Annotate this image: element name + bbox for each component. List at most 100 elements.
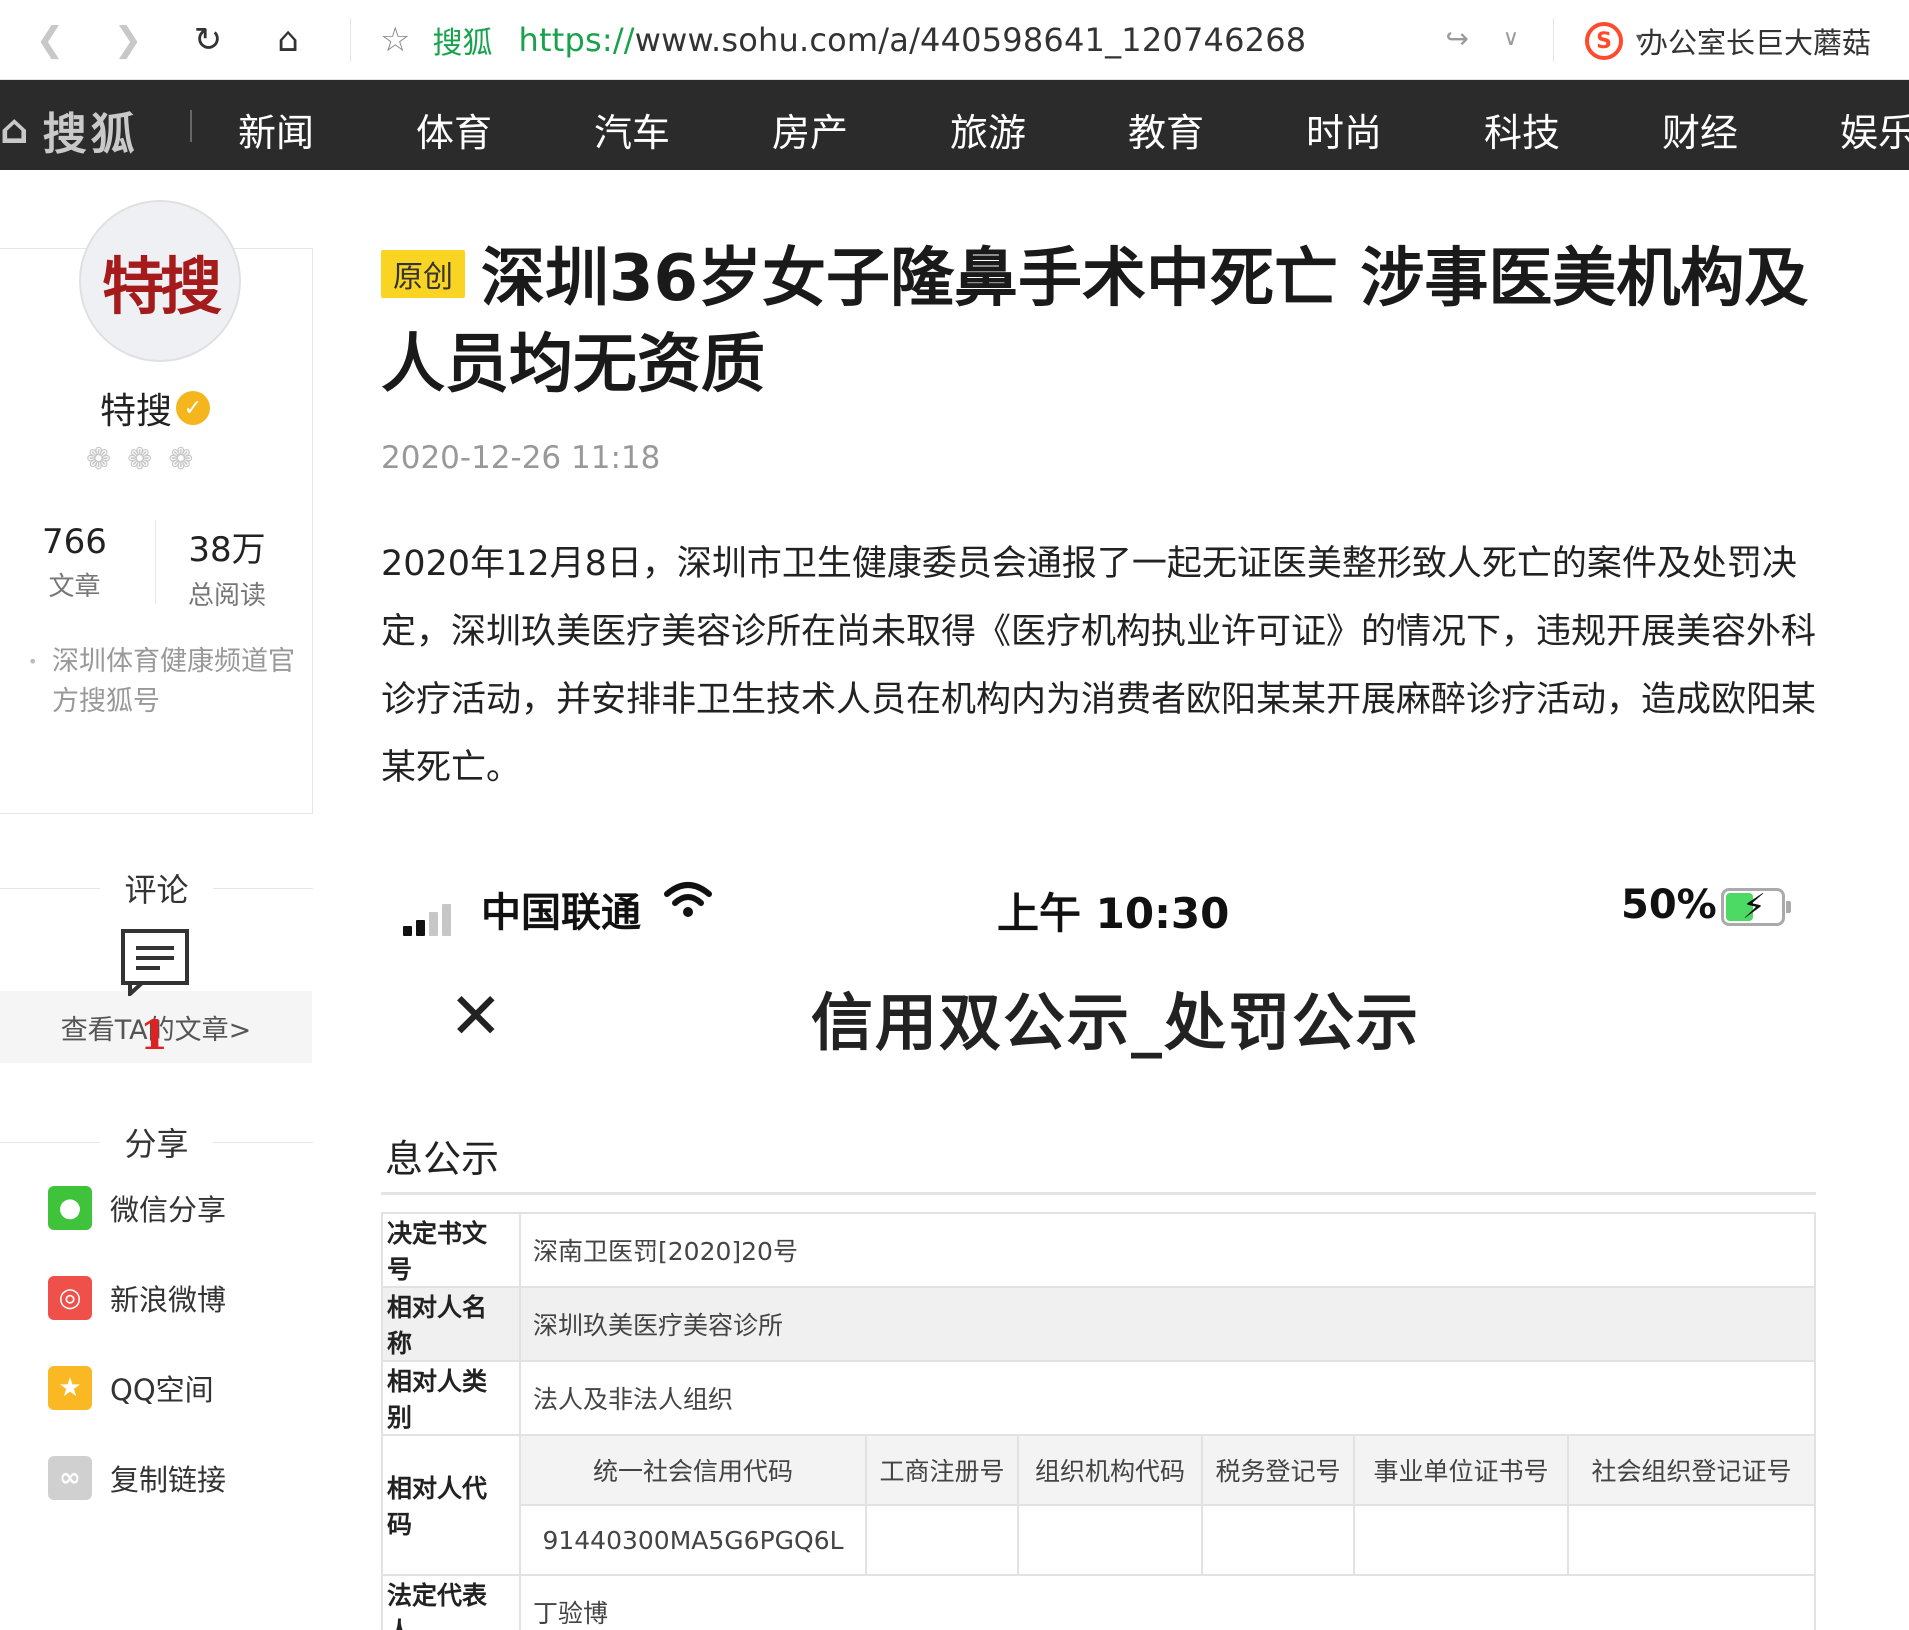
stat-articles: 766 文章 bbox=[42, 522, 107, 603]
table-key: 决定书文号 bbox=[381, 1212, 521, 1288]
phone-status-bar: 中国联通 上午 10:30 50% ⚡ bbox=[381, 878, 1821, 938]
reads-count: 38万 bbox=[188, 530, 266, 570]
divider bbox=[381, 1192, 1816, 1195]
wifi-icon bbox=[664, 882, 712, 917]
table-cell bbox=[1201, 1504, 1355, 1576]
comment-count[interactable]: 1 bbox=[140, 1012, 168, 1059]
share-heading: 分享 bbox=[0, 1122, 313, 1163]
url-protocol: https:// bbox=[518, 21, 635, 59]
nav-item-travel[interactable]: 旅游 bbox=[950, 102, 1026, 157]
chevron-right-icon: ❯ bbox=[113, 20, 143, 60]
table-value: 91440300MA5G6PGQ6L bbox=[519, 1504, 867, 1576]
nav-item-finance[interactable]: 财经 bbox=[1662, 102, 1738, 157]
table-cell bbox=[1017, 1504, 1203, 1576]
charging-icon: ⚡ bbox=[1742, 887, 1766, 927]
browser-toolbar: ❮ ❯ ↻ ⌂ ☆ 搜狐 https://www.sohu.com/a/4405… bbox=[0, 0, 1909, 80]
penalty-table: 决定书文号 深南卫医罚[2020]20号 相对人名称 深圳玖美医疗美容诊所 相对… bbox=[381, 1212, 1816, 1630]
address-bar[interactable]: ☆ 搜狐 https://www.sohu.com/a/440598641_12… bbox=[350, 0, 1306, 80]
author-description-line: 方搜狐号 bbox=[52, 686, 160, 717]
share-qzone[interactable]: ★ QQ空间 bbox=[48, 1366, 214, 1410]
embedded-screenshot: 中国联通 上午 10:30 50% ⚡ ✕ 信用双公示_处罚公示 息公示 决定书… bbox=[381, 860, 1821, 1630]
comment-icon[interactable] bbox=[120, 928, 190, 996]
wechat-icon: ● bbox=[48, 1186, 92, 1230]
table-subheader: 工商注册号 bbox=[865, 1434, 1019, 1506]
nav-item-sports[interactable]: 体育 bbox=[416, 102, 492, 157]
article-title: 深圳36岁女子隆鼻手术中死亡 涉事医美机构及人员均无资质 bbox=[381, 242, 1809, 402]
nav-item-realestate[interactable]: 房产 bbox=[772, 102, 848, 157]
table-cell bbox=[1567, 1504, 1816, 1576]
battery-percent: 50% bbox=[1621, 882, 1717, 928]
author-level: ❁ ❁ ❁ bbox=[86, 442, 193, 477]
nav-item-tech[interactable]: 科技 bbox=[1484, 102, 1560, 157]
table-row: 相对人名称 深圳玖美医疗美容诊所 bbox=[381, 1286, 1816, 1362]
share-wechat[interactable]: ● 微信分享 bbox=[48, 1186, 226, 1230]
url-text[interactable]: https://www.sohu.com/a/440598641_1207462… bbox=[518, 21, 1306, 59]
author-name-text: 特搜 bbox=[100, 391, 173, 432]
article-date: 2020-12-26 11:18 bbox=[381, 440, 661, 476]
table-row: 相对人代码 统一社会信用代码 工商注册号 组织机构代码 税务登记号 事业单位证书… bbox=[381, 1434, 1816, 1576]
weibo-icon: ◎ bbox=[48, 1276, 92, 1320]
back-button[interactable]: ❮ bbox=[24, 14, 76, 66]
close-icon: ✕ bbox=[449, 980, 503, 1054]
url-path: www.sohu.com/a/440598641_120746268 bbox=[634, 21, 1307, 59]
comments-heading: 评论 bbox=[0, 868, 313, 909]
table-value: 深南卫医罚[2020]20号 bbox=[519, 1212, 1816, 1288]
reload-button[interactable]: ↻ bbox=[182, 14, 234, 66]
sogou-icon[interactable]: S bbox=[1585, 22, 1623, 60]
signal-icon bbox=[403, 904, 451, 936]
article-body: 2020年12月8日，深圳市卫生健康委员会通报了一起无证医美整形致人死亡的案件及… bbox=[381, 544, 1817, 788]
bookmark-star-icon[interactable]: ☆ bbox=[380, 20, 410, 60]
level-icon: ❁ bbox=[168, 442, 194, 477]
table-subheader: 统一社会信用代码 bbox=[519, 1434, 867, 1506]
chevron-left-icon: ❮ bbox=[35, 20, 65, 60]
share-copy-link[interactable]: ∞ 复制链接 bbox=[48, 1456, 226, 1500]
site-nav: ⌂ 搜狐 新闻 体育 汽车 房产 旅游 教育 时尚 科技 财经 娱乐 bbox=[0, 80, 1909, 170]
battery-icon: ⚡ bbox=[1721, 887, 1791, 927]
share-icon[interactable]: ↪ bbox=[1446, 22, 1469, 55]
level-icon: ❁ bbox=[127, 442, 153, 477]
home-button[interactable]: ⌂ bbox=[262, 14, 314, 66]
table-key: 相对人代码 bbox=[381, 1434, 521, 1576]
divider bbox=[1553, 18, 1554, 62]
verified-icon: ✓ bbox=[176, 391, 211, 425]
share-label: 复制链接 bbox=[110, 1463, 227, 1497]
phone-page-title: 信用双公示_处罚公示 bbox=[811, 986, 1421, 1059]
table-subheader: 社会组织登记证号 bbox=[1567, 1434, 1816, 1506]
comments-heading-text: 评论 bbox=[124, 871, 189, 909]
section-title: 息公示 bbox=[385, 1137, 500, 1181]
share-label: QQ空间 bbox=[110, 1373, 214, 1407]
share-weibo[interactable]: ◎ 新浪微博 bbox=[48, 1276, 226, 1320]
table-row: 91440300MA5G6PGQ6L bbox=[382, 1504, 1816, 1576]
sohu-logo[interactable]: ⌂ 搜狐 bbox=[0, 98, 139, 162]
reads-label: 总阅读 bbox=[188, 581, 267, 611]
original-badge: 原创 bbox=[381, 250, 465, 298]
stat-reads: 38万 总阅读 bbox=[188, 522, 266, 612]
nav-item-entertainment[interactable]: 娱乐 bbox=[1840, 102, 1909, 157]
site-name: 搜狐 bbox=[432, 26, 493, 61]
author-name[interactable]: 特搜 ✓ bbox=[100, 382, 211, 434]
share-heading-text: 分享 bbox=[124, 1125, 189, 1163]
table-value: 深圳玖美医疗美容诊所 bbox=[519, 1286, 1816, 1362]
home-icon: ⌂ bbox=[277, 20, 299, 60]
table-cell bbox=[865, 1504, 1019, 1576]
user-label[interactable]: 办公室长巨大蘑菇 bbox=[1639, 20, 1871, 62]
nav-item-auto[interactable]: 汽车 bbox=[594, 102, 670, 157]
chevron-down-icon[interactable]: ∨ bbox=[1503, 26, 1519, 51]
table-subheader: 税务登记号 bbox=[1201, 1434, 1355, 1506]
star-icon: ★ bbox=[48, 1366, 92, 1410]
table-row: 决定书文号 深南卫医罚[2020]20号 bbox=[381, 1212, 1816, 1288]
articles-label: 文章 bbox=[48, 572, 101, 602]
table-value: 法人及非法人组织 bbox=[519, 1360, 1816, 1436]
home-icon: ⌂ bbox=[0, 107, 33, 153]
logo-text: 搜狐 bbox=[42, 109, 139, 160]
author-description-line: 深圳体育健康频道官 bbox=[52, 646, 295, 677]
nav-item-education[interactable]: 教育 bbox=[1128, 102, 1204, 157]
divider bbox=[155, 520, 156, 604]
nav-item-news[interactable]: 新闻 bbox=[238, 102, 314, 157]
forward-button[interactable]: ❯ bbox=[102, 14, 154, 66]
articles-count: 766 bbox=[42, 522, 107, 562]
avatar[interactable]: 特搜 bbox=[79, 200, 241, 362]
table-row: 法定代表人 丁验博 bbox=[381, 1574, 1816, 1630]
divider bbox=[190, 110, 192, 142]
nav-item-fashion[interactable]: 时尚 bbox=[1306, 102, 1382, 157]
